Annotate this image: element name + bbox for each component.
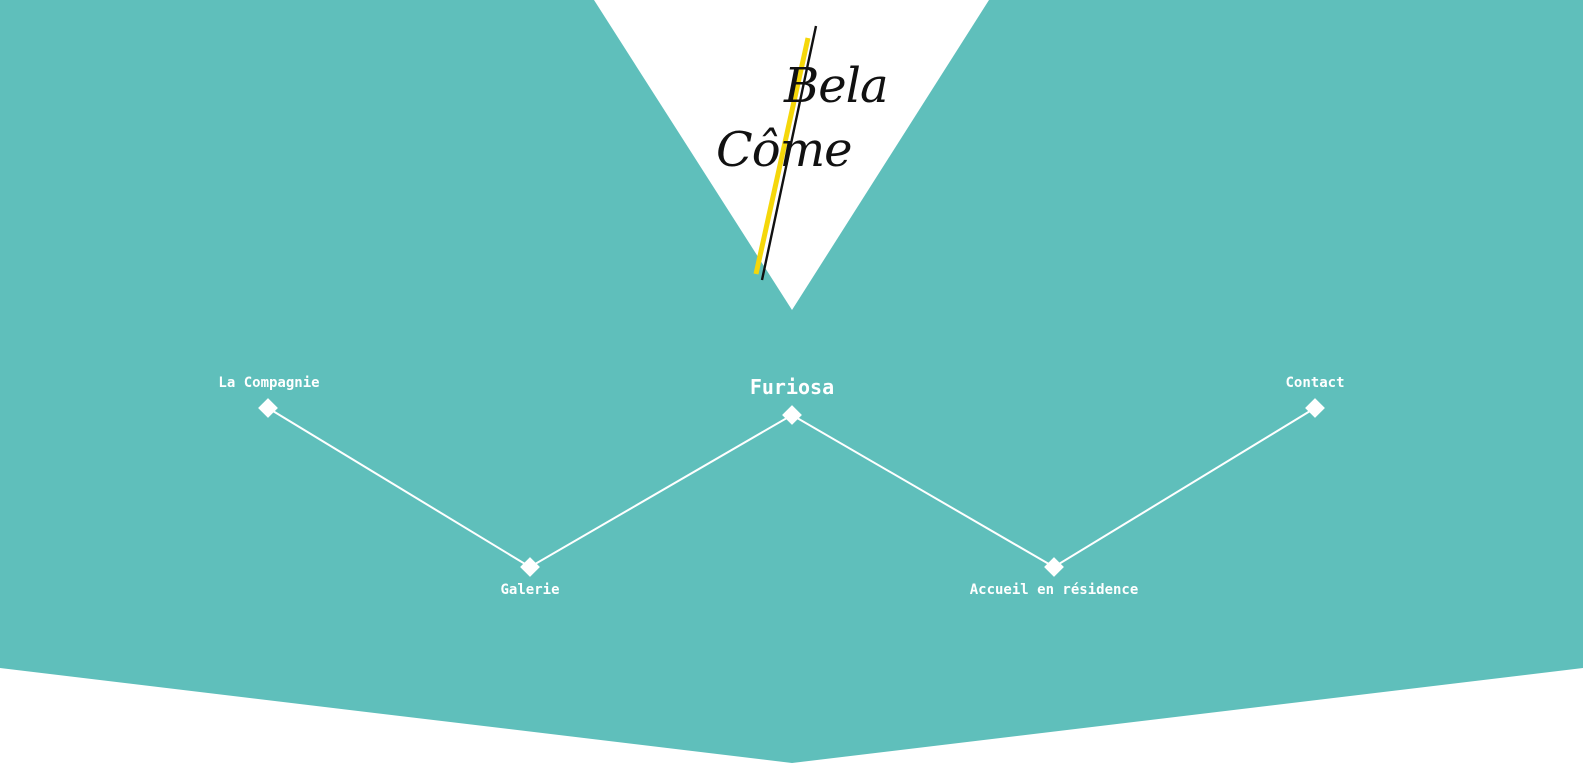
nav-link-contact[interactable]: Contact [1285,375,1344,391]
nav-link-accueil-en-residence[interactable]: Accueil en résidence [970,582,1139,598]
nav-node-contact[interactable] [1305,398,1325,418]
nav-node-furiosa[interactable] [782,405,802,425]
nav-node-galerie[interactable] [520,557,540,577]
nav-node-la-compagnie[interactable] [258,398,278,418]
nav-link-galerie[interactable]: Galerie [500,582,559,598]
nav-link-furiosa[interactable]: Furiosa [750,375,834,399]
nav-link-la-compagnie[interactable]: La Compagnie [218,375,319,391]
page: Bela Côme La Compagnie Galerie Furiosa A… [0,0,1583,763]
nav-zigzag-line [267,407,1316,569]
nav-node-accueil[interactable] [1044,557,1064,577]
